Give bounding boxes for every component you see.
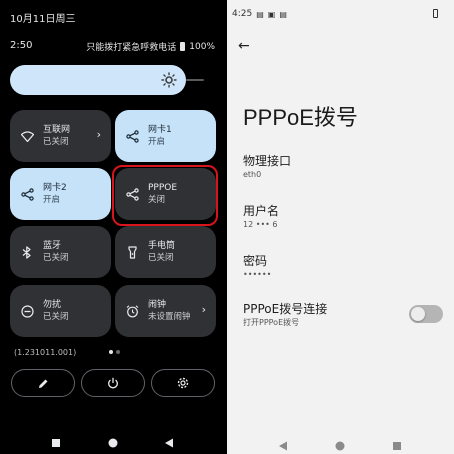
power-button[interactable] (81, 369, 145, 397)
recents-button[interactable] (392, 436, 402, 454)
navigation-bar (227, 429, 454, 454)
bluetooth-icon (20, 245, 34, 259)
flashlight-icon (125, 245, 139, 259)
power-icon (108, 377, 118, 389)
pref-summary: eth0 (243, 170, 262, 179)
navigation-bar (0, 425, 227, 451)
tile-state: 已关闭 (43, 312, 69, 322)
pref-summary: 打开PPPoE拨号 (243, 318, 300, 327)
page-title: PPPoE拨号 (243, 105, 358, 130)
page-indicator (109, 350, 120, 354)
tile-label: 互联网 (43, 125, 71, 135)
pref-username[interactable]: 用户名 12 ••• 6 (243, 203, 279, 230)
notification-icon: ▤ (279, 9, 287, 19)
pppoe-toggle-switch[interactable] (409, 305, 443, 323)
status-clock: 4:25 (232, 9, 253, 19)
tile-ethernet1[interactable]: 网卡1 开启 (115, 110, 216, 162)
status-bar: 4:25 ▤ ▣ ▤ (232, 9, 287, 19)
tile-ethernet2[interactable]: 网卡2 开启 (10, 168, 111, 220)
edit-button[interactable] (11, 369, 75, 397)
home-button[interactable] (108, 433, 118, 452)
tile-state: 已关闭 (43, 137, 69, 147)
settings-button[interactable] (151, 369, 215, 397)
tile-state: 已关闭 (43, 253, 69, 263)
quick-settings-panel: 10月11日周三 2:50 只能拨打紧急呼救电话 100% 互联网 已关闭 › (0, 0, 227, 454)
pref-summary: •••••• (243, 270, 272, 279)
tile-alarm[interactable]: 闹钟 未设置闹钟 › (115, 285, 216, 337)
back-nav-button[interactable] (164, 433, 174, 452)
home-button[interactable] (335, 436, 345, 454)
pref-title: 物理接口 (243, 154, 292, 168)
brightness-slider[interactable] (10, 65, 186, 95)
battery-percent: 100% (189, 41, 215, 52)
emergency-calls-text: 只能拨打紧急呼救电话 (86, 43, 177, 53)
pref-summary: 12 ••• 6 (243, 220, 278, 229)
tile-label: 网卡2 (43, 183, 67, 193)
tile-label: 网卡1 (148, 125, 172, 135)
share-icon (20, 187, 34, 201)
tile-flashlight[interactable]: 手电筒 已关闭 (115, 226, 216, 278)
sd-card-icon: ▣ (267, 9, 276, 19)
alarm-icon (125, 304, 139, 318)
pref-password[interactable]: 密码 •••••• (243, 253, 271, 280)
tile-state: 开启 (148, 137, 166, 147)
tile-dnd[interactable]: 勿扰 已关闭 (10, 285, 111, 337)
tile-label: 闹钟 (148, 300, 167, 310)
back-nav-button[interactable] (278, 436, 288, 454)
recents-button[interactable] (51, 433, 61, 452)
pppoe-settings-page: 4:25 ▤ ▣ ▤ ← PPPoE拨号 物理接口 eth0 用户名 12 ••… (227, 0, 454, 454)
build-number: (1.231011.001) (14, 348, 77, 357)
tile-internet[interactable]: 互联网 已关闭 › (10, 110, 111, 162)
tile-label: 蓝牙 (43, 241, 62, 251)
back-arrow-icon[interactable]: ← (238, 38, 250, 54)
pref-title: PPPoE拨号连接 (243, 302, 328, 316)
chevron-right-icon: › (201, 303, 206, 316)
brightness-icon (161, 72, 177, 88)
brightness-track[interactable] (186, 79, 204, 81)
tile-label: 手电筒 (148, 241, 176, 251)
tile-bluetooth[interactable]: 蓝牙 已关闭 (10, 226, 111, 278)
clock: 2:50 (10, 40, 33, 51)
tile-state: 开启 (43, 195, 61, 205)
pppoe-highlight-box (112, 165, 218, 226)
pref-interface[interactable]: 物理接口 eth0 (243, 153, 291, 180)
chevron-right-icon: › (96, 128, 101, 141)
edit-icon (38, 379, 47, 388)
tile-label: 勿扰 (43, 300, 62, 310)
status-area: 只能拨打紧急呼救电话 100% (86, 40, 215, 54)
settings-icon (177, 377, 189, 389)
date-label: 10月11日周三 (10, 14, 76, 25)
sim-icon: ▤ (256, 9, 264, 19)
battery-icon (433, 9, 438, 18)
tile-state: 已关闭 (148, 253, 174, 263)
dnd-icon (20, 304, 34, 318)
share-icon (125, 129, 139, 143)
tile-state: 未设置闹钟 (148, 312, 191, 322)
pref-title: 用户名 (243, 204, 280, 218)
battery-icon (180, 42, 186, 51)
pref-title: 密码 (243, 254, 268, 268)
wifi-icon (20, 129, 34, 143)
pref-pppoe-connection[interactable]: PPPoE拨号连接 打开PPPoE拨号 (243, 301, 327, 328)
